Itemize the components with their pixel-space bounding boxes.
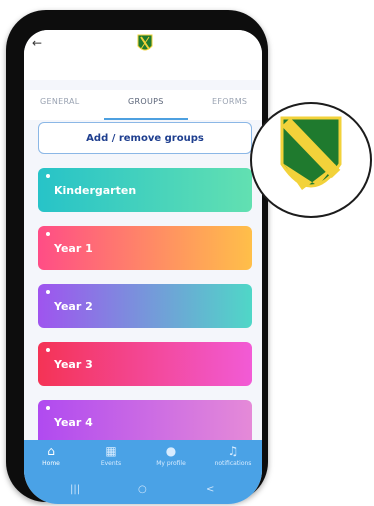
tab-groups[interactable]: GROUPS	[128, 97, 164, 106]
nav-profile-label: My profile	[156, 460, 186, 467]
tab-bar: GENERAL GROUPS EFORMS	[24, 90, 262, 120]
dot-icon	[46, 290, 50, 294]
tab-eforms[interactable]: EFORMS	[212, 97, 247, 106]
dot-icon	[46, 406, 50, 410]
group-label: Year 3	[54, 358, 93, 371]
nav-home[interactable]: ⌂ Home	[26, 444, 76, 467]
school-logo-icon	[137, 34, 153, 51]
home-button-icon[interactable]: ○	[138, 484, 147, 495]
group-label: Kindergarten	[54, 184, 137, 197]
group-label: Year 1	[54, 242, 93, 255]
person-icon: ●	[165, 444, 177, 458]
group-kindergarten[interactable]: Kindergarten	[38, 168, 252, 212]
group-label: Year 4	[54, 416, 93, 429]
tab-general[interactable]: GENERAL	[40, 97, 80, 106]
dot-icon	[46, 174, 50, 178]
phone-frame: ← GENERAL GROUPS EFORMS Add / remove gro…	[6, 10, 268, 504]
back-arrow-icon[interactable]: ←	[32, 36, 42, 50]
top-bar: ←	[24, 30, 262, 80]
group-label: Year 2	[54, 300, 93, 313]
system-navigation-bar: ||| ○ <	[24, 480, 262, 504]
home-icon: ⌂	[47, 444, 55, 458]
nav-events[interactable]: ▦ Events	[86, 444, 136, 467]
phone-screen: ← GENERAL GROUPS EFORMS Add / remove gro…	[24, 30, 262, 504]
nav-home-label: Home	[42, 460, 60, 467]
group-year-2[interactable]: Year 2	[38, 284, 252, 328]
back-icon[interactable]: <	[206, 484, 214, 495]
nav-my-profile[interactable]: ● My profile	[146, 444, 196, 467]
group-year-3[interactable]: Year 3	[38, 342, 252, 386]
add-remove-groups-button[interactable]: Add / remove groups	[38, 122, 252, 154]
bell-icon: ♫	[227, 444, 239, 458]
school-badge	[250, 102, 372, 218]
calendar-icon: ▦	[105, 444, 117, 458]
nav-events-label: Events	[100, 460, 122, 467]
group-year-1[interactable]: Year 1	[38, 226, 252, 270]
recent-apps-icon[interactable]: |||	[70, 484, 80, 495]
nav-notifications[interactable]: ♫ notifications	[208, 444, 258, 467]
nav-notifications-label: notifications	[214, 460, 252, 467]
bottom-navigation: ⌂ Home ▦ Events ● My profile ♫ notificat…	[24, 440, 262, 480]
dot-icon	[46, 348, 50, 352]
school-crest-icon	[280, 116, 342, 190]
active-tab-indicator	[104, 118, 188, 120]
dot-icon	[46, 232, 50, 236]
